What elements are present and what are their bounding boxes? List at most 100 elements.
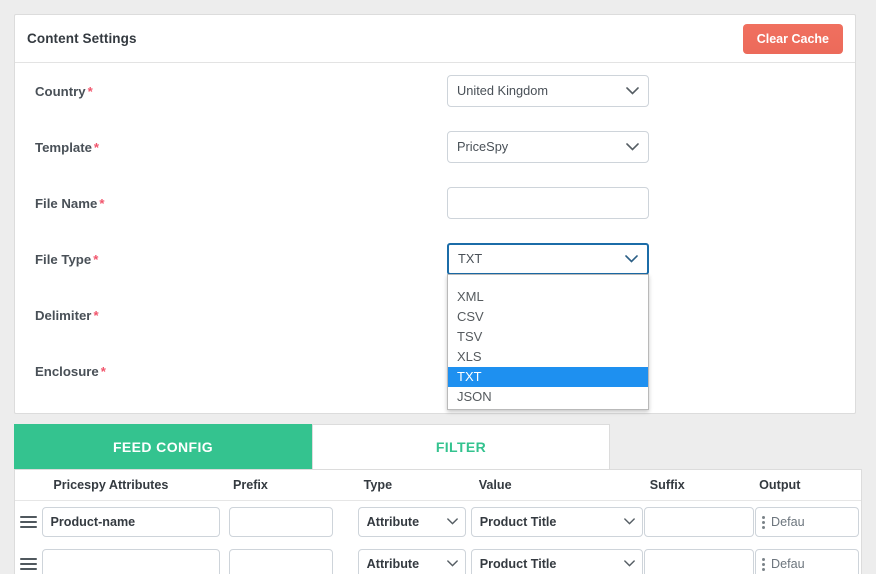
cell-output: Defau — [755, 549, 861, 574]
row-prefix-input[interactable] — [228, 507, 333, 537]
vertical-dots-icon[interactable] — [762, 515, 766, 529]
row-value-select[interactable]: Product Title — [470, 549, 643, 574]
required-marker: * — [99, 195, 105, 211]
file-type-control-wrap: TXT XML CSV TSV XLS TXT JSON — [447, 243, 649, 410]
file-type-select[interactable]: TXT — [447, 243, 649, 275]
file-type-option-txt[interactable]: TXT — [448, 367, 648, 387]
cell-attribute: Product-name — [41, 507, 229, 537]
file-type-option-json[interactable]: JSON — [448, 387, 648, 407]
label-file-name: File Name * — [23, 196, 447, 211]
chevron-down-icon — [625, 245, 638, 273]
vertical-dots-icon[interactable] — [762, 557, 766, 571]
row-suffix-input[interactable] — [643, 549, 754, 574]
label-file-name-text: File Name — [35, 195, 98, 211]
form-row-country: Country * United Kingdom — [15, 63, 855, 119]
feed-config-table: Pricespy Attributes Prefix Type Value Su… — [14, 469, 862, 574]
label-enclosure: Enclosure * — [23, 364, 447, 379]
chevron-down-icon — [626, 132, 639, 162]
row-value-select[interactable]: Product Title — [470, 507, 643, 537]
required-marker: * — [93, 307, 99, 323]
column-header-prefix: Prefix — [232, 478, 268, 492]
cell-suffix — [643, 507, 755, 537]
column-header-output: Output — [759, 478, 801, 492]
row-type-select[interactable]: Attribute — [357, 549, 466, 574]
file-type-option-tsv[interactable]: TSV — [448, 327, 648, 347]
drag-handle-icon[interactable] — [19, 516, 37, 528]
row-type-select[interactable]: Attribute — [357, 507, 466, 537]
cell-output: Defau — [755, 507, 861, 537]
row-attribute-input[interactable] — [41, 549, 220, 574]
label-country: Country * — [23, 84, 447, 99]
chevron-down-icon — [623, 550, 635, 574]
content-settings-card: Content Settings Clear Cache Country * Un… — [14, 14, 856, 414]
chevron-down-icon — [446, 550, 458, 574]
form-row-file-type: File Type * TXT XML CSV TSV XLS TXT JSON — [15, 231, 855, 410]
label-template: Template * — [23, 140, 447, 155]
row-suffix-input[interactable] — [643, 507, 754, 537]
file-name-input[interactable] — [447, 187, 649, 219]
card-header: Content Settings Clear Cache — [15, 15, 855, 63]
file-type-dropdown-list[interactable]: XML CSV TSV XLS TXT JSON — [447, 274, 649, 410]
cell-prefix — [228, 507, 358, 537]
cell-value: Product Title — [470, 507, 644, 537]
label-delimiter: Delimiter * — [23, 308, 447, 323]
tab-feed-config[interactable]: FEED CONFIG — [14, 424, 312, 469]
chevron-down-icon — [626, 76, 639, 106]
cell-type: Attribute — [357, 507, 471, 537]
cell-attribute — [41, 549, 229, 574]
label-file-type: File Type * — [23, 252, 447, 267]
template-control-wrap: PriceSpy — [447, 131, 649, 163]
file-type-option-xls[interactable]: XLS — [448, 347, 648, 367]
label-template-text: Template — [35, 139, 92, 155]
column-header-type: Type — [363, 478, 393, 492]
row-value-select-value: Product Title — [479, 557, 557, 571]
drag-handle-icon[interactable] — [19, 558, 37, 570]
label-country-text: Country — [35, 83, 86, 99]
table-row: Product-name Attribute Product Title Defau — [15, 501, 861, 543]
table-header-row: Pricespy Attributes Prefix Type Value Su… — [15, 470, 861, 501]
cell-prefix — [228, 549, 358, 574]
file-name-control-wrap — [447, 187, 649, 219]
country-select[interactable]: United Kingdom — [447, 75, 649, 107]
clear-cache-button[interactable]: Clear Cache — [742, 23, 843, 54]
form-row-delimiter: Delimiter * — [15, 287, 855, 343]
column-header-pricespy-attributes: Pricespy Attributes — [53, 478, 169, 492]
feed-panel: FEED CONFIG FILTER Pricespy Attributes P… — [14, 424, 862, 574]
required-marker: * — [93, 251, 99, 267]
label-file-type-text: File Type — [35, 251, 92, 267]
row-output-select[interactable]: Defau — [755, 549, 860, 574]
required-marker: * — [93, 139, 100, 155]
tab-filter[interactable]: FILTER — [312, 424, 610, 469]
row-output-value: Defau — [771, 515, 805, 529]
file-type-select-value: TXT — [458, 251, 483, 266]
file-type-option-csv[interactable]: CSV — [448, 307, 648, 327]
row-type-select-value: Attribute — [366, 515, 420, 529]
row-output-value: Defau — [771, 557, 805, 571]
chevron-down-icon — [623, 508, 635, 536]
row-attribute-input[interactable]: Product-name — [41, 507, 220, 537]
row-type-select-value: Attribute — [366, 557, 420, 571]
country-control-wrap: United Kingdom — [447, 75, 649, 107]
card-body: Country * United Kingdom Template * Pric… — [15, 63, 855, 413]
tab-bar: FEED CONFIG FILTER — [14, 424, 862, 469]
file-type-option-xml[interactable]: XML — [448, 287, 648, 307]
row-drag-handle-cell — [15, 516, 42, 528]
page-title: Content Settings — [27, 31, 137, 46]
cell-suffix — [643, 549, 755, 574]
row-prefix-input[interactable] — [228, 549, 333, 574]
cell-type: Attribute — [357, 549, 471, 574]
cell-value: Product Title — [470, 549, 644, 574]
column-header-value: Value — [478, 478, 512, 492]
template-select-value: PriceSpy — [457, 139, 509, 154]
dropdown-top-spacer — [448, 276, 648, 287]
chevron-down-icon — [446, 508, 458, 536]
required-marker: * — [100, 363, 106, 379]
row-output-select[interactable]: Defau — [755, 507, 860, 537]
label-delimiter-text: Delimiter — [35, 307, 92, 323]
form-row-file-name: File Name * — [15, 175, 855, 231]
table-body: Product-name Attribute Product Title Defau A… — [15, 501, 861, 574]
required-marker: * — [87, 83, 93, 99]
form-row-enclosure: Enclosure * — [15, 343, 855, 399]
template-select[interactable]: PriceSpy — [447, 131, 649, 163]
table-row: Attribute Product Title Defau — [15, 543, 861, 574]
